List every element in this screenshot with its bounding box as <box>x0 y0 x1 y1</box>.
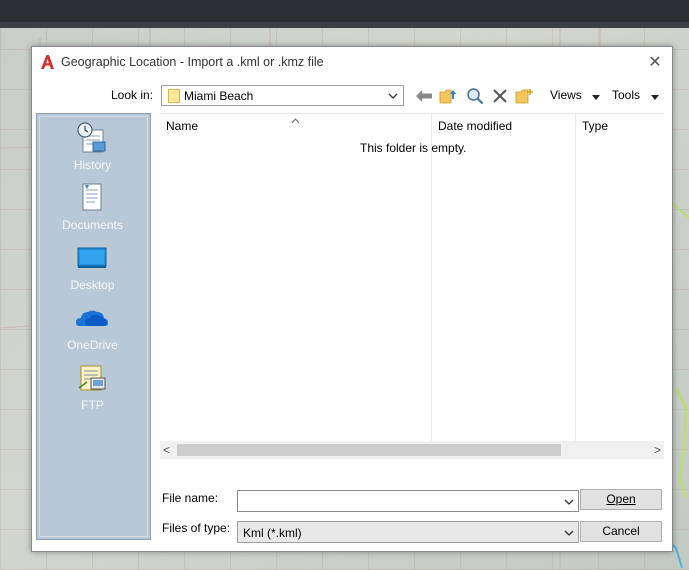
up-one-level-button[interactable] <box>437 85 459 107</box>
new-folder-icon <box>515 89 533 104</box>
onedrive-icon <box>76 310 108 326</box>
place-ftp[interactable]: FTP <box>37 358 148 418</box>
files-of-type-dropdown[interactable]: Kml (*.kml) <box>237 521 579 543</box>
delete-button[interactable] <box>489 85 511 107</box>
file-name-label: File name: <box>162 491 219 505</box>
place-documents[interactable]: Documents <box>37 178 148 238</box>
file-list[interactable]: Name Date modified Type This folder is e… <box>160 113 664 459</box>
views-dropdown-arrow-icon[interactable] <box>592 90 600 104</box>
back-arrow-icon <box>416 90 432 102</box>
place-onedrive[interactable]: OneDrive <box>37 298 148 358</box>
close-button[interactable]: ✕ <box>644 51 666 73</box>
views-menu-button[interactable]: Views <box>550 88 582 102</box>
delete-icon <box>493 89 507 103</box>
dialog-titlebar[interactable]: Geographic Location - Import a .kml or .… <box>32 47 672 77</box>
files-of-type-value: Kml (*.kml) <box>243 526 302 540</box>
open-button-label: Open <box>606 492 636 506</box>
place-history[interactable]: History <box>37 118 148 178</box>
empty-folder-message: This folder is empty. <box>360 141 467 155</box>
autocad-logo-icon <box>41 55 54 69</box>
history-icon <box>77 122 106 153</box>
import-kml-dialog: Geographic Location - Import a .kml or .… <box>31 46 673 552</box>
place-label: History <box>73 158 112 172</box>
sort-ascending-icon <box>291 113 300 127</box>
folder-icon <box>168 89 180 103</box>
ftp-icon <box>78 365 106 391</box>
file-name-input[interactable] <box>237 490 579 512</box>
place-label: Documents <box>62 218 123 232</box>
close-icon: ✕ <box>648 54 662 71</box>
cancel-button-label: Cancel <box>602 524 640 538</box>
column-separator <box>431 114 432 441</box>
scrollbar-thumb[interactable] <box>177 444 561 456</box>
documents-icon <box>82 183 102 211</box>
chevron-down-icon[interactable] <box>560 492 578 511</box>
column-header-date-modified[interactable]: Date modified <box>438 119 512 133</box>
tools-menu-button[interactable]: Tools <box>612 88 640 102</box>
scroll-left-icon[interactable]: < <box>163 443 170 457</box>
search-web-icon <box>467 88 484 105</box>
column-separator <box>575 114 576 441</box>
look-in-dropdown[interactable]: Miami Beach <box>161 85 404 106</box>
column-header-name[interactable]: Name <box>166 119 198 133</box>
scroll-right-icon[interactable]: > <box>654 443 661 457</box>
desktop-icon <box>77 247 107 268</box>
chevron-down-icon[interactable] <box>560 523 578 542</box>
tools-dropdown-arrow-icon[interactable] <box>651 90 659 104</box>
place-label: OneDrive <box>67 338 118 352</box>
up-folder-icon <box>439 89 456 104</box>
place-label: Desktop <box>70 278 115 292</box>
chevron-down-icon <box>384 86 402 105</box>
places-bar: History Documents Desktop OneDrive FTP <box>36 113 151 540</box>
open-button[interactable]: Open <box>580 489 662 510</box>
search-web-button[interactable] <box>464 85 486 107</box>
look-in-label: Look in: <box>111 88 154 102</box>
look-in-value: Miami Beach <box>184 89 254 103</box>
horizontal-scrollbar[interactable]: < > <box>160 441 664 459</box>
place-label: FTP <box>81 398 104 412</box>
create-new-folder-button[interactable] <box>513 85 535 107</box>
cancel-button[interactable]: Cancel <box>580 521 662 542</box>
column-header-type[interactable]: Type <box>582 119 608 133</box>
background-app-topbar <box>0 0 689 28</box>
back-button[interactable] <box>413 85 435 107</box>
dialog-title: Geographic Location - Import a .kml or .… <box>61 55 324 69</box>
place-desktop[interactable]: Desktop <box>37 238 148 298</box>
files-of-type-label: Files of type: <box>162 521 231 535</box>
